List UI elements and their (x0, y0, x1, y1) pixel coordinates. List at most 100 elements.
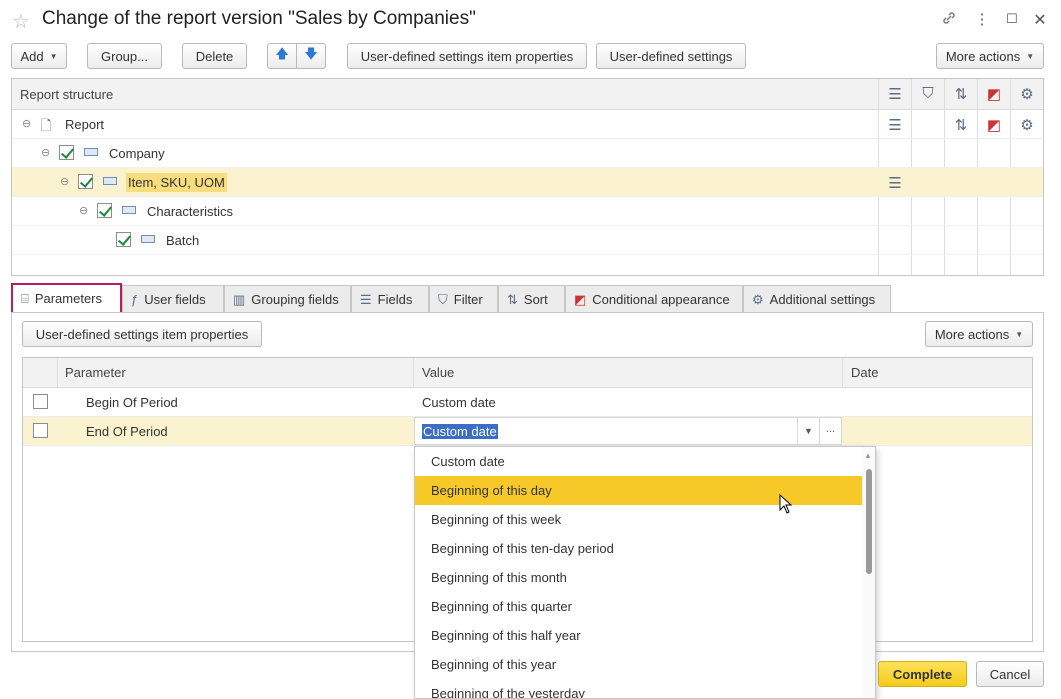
tab-parameters[interactable]: ⌸ Parameters (11, 283, 122, 314)
conditional-appearance-column-icon: ◩ (986, 86, 1002, 103)
conditional-appearance-icon[interactable]: ◩ (985, 116, 1003, 134)
move-up-button[interactable]: 🡅 (267, 43, 297, 69)
tree-row-item-sku-uom[interactable]: ⊖ Item, SKU, UOM ☰ (12, 168, 1043, 197)
grouping-icon (122, 206, 136, 214)
arrow-down-icon: 🡇 (304, 46, 318, 61)
grouping-icon (84, 148, 98, 156)
column-header-parameter: Parameter (65, 365, 126, 380)
scroll-thumb[interactable] (866, 469, 872, 574)
dropdown-toggle-icon[interactable]: ▼ (797, 418, 819, 444)
add-button-label: Add (20, 48, 44, 64)
star-icon[interactable]: ☆ (12, 9, 30, 34)
tree-row-report[interactable]: ⊖ 🗋 Report ☰ ⇅ ◩ ⚙ (12, 110, 1043, 139)
collapse-icon[interactable]: ⊖ (41, 146, 50, 159)
delete-button[interactable]: Delete (182, 43, 247, 69)
row-checkbox[interactable] (116, 232, 131, 247)
report-structure-tree[interactable]: Report structure ☰ ⛉ ⇅ ◩ ⚙ ⊖ 🗋 Report ☰ … (11, 78, 1044, 276)
link-icon[interactable] (939, 10, 959, 30)
row-checkbox[interactable] (97, 203, 112, 218)
value-dropdown-list[interactable]: Custom date Beginning of this day Beginn… (414, 446, 876, 699)
move-down-button[interactable]: 🡇 (296, 43, 326, 69)
tab-fields[interactable]: ☰ Fields (351, 285, 429, 313)
parameter-name: Begin Of Period (86, 395, 178, 410)
tab-additional-settings[interactable]: ⚙ Additional settings (743, 285, 891, 313)
tab-grouping-fields[interactable]: ▥ Grouping fields (224, 285, 351, 313)
sort-icon: ⇅ (507, 291, 518, 307)
complete-button[interactable]: Complete (878, 661, 967, 687)
settings-icon[interactable]: ⚙ (1018, 116, 1036, 134)
value-input-text[interactable]: Custom date (422, 424, 498, 439)
caret-down-icon: ▼ (49, 51, 58, 61)
dropdown-option[interactable]: Beginning of this month (415, 563, 862, 592)
grouping-icon (141, 235, 155, 243)
more-actions-label: More actions (945, 48, 1021, 64)
parameter-name: End Of Period (86, 424, 168, 439)
tab-user-fields[interactable]: ƒ User fields (122, 285, 224, 313)
dropdown-scrollbar[interactable]: ▲ (862, 447, 875, 698)
tab-conditional-appearance[interactable]: ◩ Conditional appearance (565, 285, 743, 313)
dropdown-option[interactable]: Custom date (415, 447, 862, 476)
collapse-icon[interactable]: ⊖ (79, 204, 88, 217)
tab-label: Conditional appearance (592, 292, 730, 307)
tab-label: User fields (144, 292, 206, 307)
user-settings-button[interactable]: User-defined settings (596, 43, 746, 69)
sort-icon[interactable]: ⇅ (952, 116, 970, 134)
tree-row-batch[interactable]: Batch (12, 226, 1043, 255)
mouse-cursor-icon (779, 494, 793, 514)
table-row[interactable]: Begin Of Period Custom date (23, 388, 1032, 417)
tab-label: Sort (523, 292, 548, 307)
value-input[interactable]: Custom date ▼ ... (414, 417, 842, 445)
fields-icon[interactable]: ☰ (886, 116, 904, 134)
dropdown-option[interactable]: Beginning of this quarter (415, 592, 862, 621)
item-properties-button[interactable]: User-defined settings item properties (347, 43, 587, 69)
add-button[interactable]: Add ▼ (11, 43, 67, 69)
arrow-up-icon: 🡅 (275, 46, 289, 61)
document-icon: 🗋 (40, 117, 52, 133)
table-row[interactable]: End Of Period Custom date ▼ ... (23, 417, 1032, 446)
row-checkbox[interactable] (33, 394, 48, 409)
tab-sort[interactable]: ⇅ Sort (498, 285, 565, 313)
params-item-properties-button[interactable]: User-defined settings item properties (22, 321, 262, 347)
complete-button-label: Complete (892, 666, 953, 682)
row-checkbox[interactable] (59, 145, 74, 160)
column-header-value: Value (422, 365, 455, 380)
group-button[interactable]: Group... (87, 43, 162, 69)
caret-down-icon: ▼ (1015, 329, 1024, 339)
tab-filter[interactable]: ⛉ Filter (429, 285, 498, 313)
choice-button[interactable]: ... (819, 418, 841, 444)
params-item-properties-label: User-defined settings item properties (35, 326, 249, 342)
structure-header: Report structure ☰ ⛉ ⇅ ◩ ⚙ (12, 79, 1043, 110)
delete-button-label: Delete (195, 48, 234, 64)
conditional-appearance-icon: ◩ (574, 291, 587, 307)
tree-row-company[interactable]: ⊖ Company (12, 139, 1043, 168)
maximize-icon[interactable]: ☐ (1002, 11, 1022, 27)
fields-icon[interactable]: ☰ (886, 174, 904, 192)
scroll-up-icon[interactable]: ▲ (864, 451, 872, 460)
more-actions-button[interactable]: More actions ▼ (936, 43, 1044, 69)
more-vertical-icon[interactable]: ⋮ (972, 10, 992, 28)
row-checkbox[interactable] (33, 423, 48, 438)
collapse-icon[interactable]: ⊖ (60, 175, 69, 188)
settings-icon: ⚙ (752, 291, 764, 307)
dropdown-option[interactable]: Beginning of the yesterday (415, 679, 862, 698)
window-title: Change of the report version "Sales by C… (42, 8, 476, 29)
row-checkbox[interactable] (78, 174, 93, 189)
sort-column-icon: ⇅ (954, 86, 968, 103)
close-icon[interactable]: ✕ (1030, 10, 1050, 30)
cancel-button[interactable]: Cancel (976, 661, 1044, 687)
parameter-value[interactable]: Custom date (422, 395, 496, 410)
caret-down-icon: ▼ (1026, 51, 1035, 61)
settings-column-icon: ⚙ (1020, 86, 1034, 103)
tree-row-characteristics[interactable]: ⊖ Characteristics (12, 197, 1043, 226)
tree-row-label: Batch (166, 233, 200, 248)
grouping-fields-icon: ▥ (233, 291, 246, 307)
collapse-icon[interactable]: ⊖ (22, 117, 31, 130)
dropdown-option[interactable]: Beginning of this year (415, 650, 862, 679)
params-more-actions-button[interactable]: More actions ▼ (925, 321, 1033, 347)
dropdown-option[interactable]: Beginning of this half year (415, 621, 862, 650)
tab-label: Filter (453, 292, 483, 307)
structure-header-label: Report structure (20, 87, 114, 102)
tree-row-label: Report (65, 117, 105, 132)
filter-icon: ⛉ (438, 291, 448, 307)
dropdown-option[interactable]: Beginning of this ten-day period (415, 534, 862, 563)
